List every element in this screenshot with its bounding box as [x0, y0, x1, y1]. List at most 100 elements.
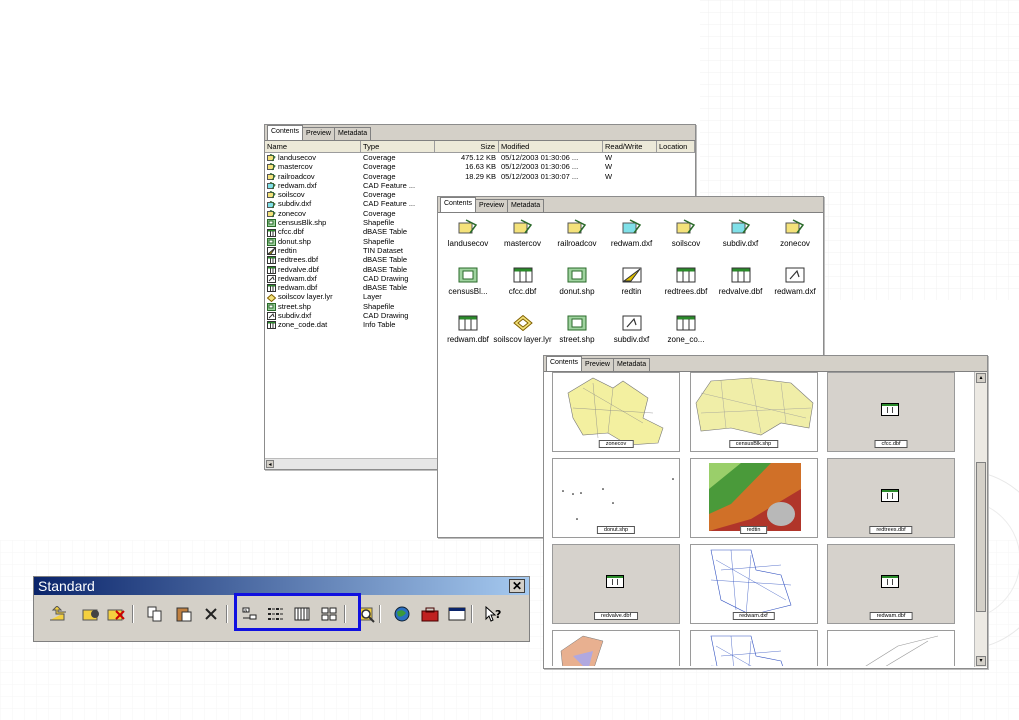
shapefile-icon	[267, 302, 276, 311]
thumbnail-item[interactable]: donut.shp	[552, 458, 680, 538]
icon-item[interactable]: censusBl...	[437, 267, 499, 296]
cell-name: zonecov	[265, 209, 361, 218]
table-row[interactable]: mastercov Coverage 16.63 KB 05/12/2003 01:3…	[265, 162, 695, 171]
copy-icon[interactable]	[144, 603, 166, 625]
cell-read-write: W	[605, 162, 613, 172]
icon-item[interactable]: cfcc.dbf	[492, 267, 554, 296]
thumbnail-item[interactable]: redtrees.dbf	[827, 458, 955, 538]
disconnect-folder-icon[interactable]	[105, 603, 127, 625]
cell-read-write: W	[605, 171, 613, 181]
view-buttons-highlight	[234, 593, 361, 631]
tab-contents[interactable]: Contents	[267, 125, 304, 140]
close-button[interactable]: ✕	[509, 579, 525, 593]
cell-name: censusBlk.shp	[265, 218, 361, 228]
column-type[interactable]: Type	[361, 141, 435, 152]
icon-item[interactable]: landusecov	[437, 219, 499, 248]
svg-text:?: ?	[495, 608, 501, 621]
shapefile-icon	[567, 315, 587, 331]
tab-preview[interactable]: Preview	[475, 199, 508, 212]
icon-item[interactable]: street.shp	[546, 315, 608, 344]
cad-drawing-icon	[267, 312, 276, 321]
icon-item[interactable]: donut.shp	[546, 267, 608, 296]
column-location[interactable]: Location	[657, 141, 695, 152]
column-name[interactable]: Name	[265, 141, 361, 152]
tab-metadata[interactable]: Metadata	[506, 199, 545, 212]
cell-read-write	[603, 181, 657, 190]
tab-preview[interactable]: Preview	[581, 358, 614, 371]
coverage-icon	[567, 219, 587, 235]
cell-type: dBASE Table	[363, 283, 408, 293]
cell-type: Coverage	[363, 208, 396, 218]
thumbnail-item[interactable]	[689, 630, 818, 666]
table-icon	[458, 315, 478, 331]
scroll-thumb[interactable]	[976, 462, 986, 612]
paste-icon[interactable]	[173, 603, 195, 625]
scroll-down-icon[interactable]: ▾	[976, 656, 986, 666]
tab-metadata[interactable]: Metadata	[333, 127, 372, 140]
cell-type: Coverage	[363, 162, 396, 172]
cad-feature-icon	[267, 181, 276, 190]
tab-contents[interactable]: Contents	[440, 197, 477, 212]
delete-icon[interactable]	[200, 603, 222, 625]
table-icon	[881, 575, 899, 588]
thumbnail-item[interactable]: censusBlk.shp	[689, 372, 818, 452]
column-modified[interactable]: Modified	[499, 141, 603, 152]
icon-item[interactable]: mastercov	[492, 219, 554, 248]
cell-location	[657, 181, 695, 190]
vertical-scrollbar[interactable]: ▴ ▾	[974, 372, 987, 667]
thumbnail-item[interactable]: redwam.dxf	[689, 544, 818, 624]
cell-name: soilscov	[265, 190, 361, 199]
cell-type: Coverage	[363, 190, 396, 200]
icon-item[interactable]: redwam.dbf	[437, 315, 499, 344]
table-icon	[267, 256, 276, 265]
arctoolbox-icon[interactable]	[419, 603, 441, 625]
cad-drawing-icon	[267, 275, 276, 283]
table-row[interactable]: landusecov Coverage 475.12 KB 05/12/2003 01…	[265, 153, 695, 162]
cad-preview	[710, 635, 783, 666]
cell-name: soilscov layer.lyr	[265, 292, 361, 302]
thumbnail-item[interactable]: zonecov	[552, 372, 680, 452]
icon-item[interactable]: subdiv.dxf	[601, 315, 663, 344]
thumbnail-item[interactable]	[552, 630, 680, 666]
whats-this-icon[interactable]: ?	[482, 603, 504, 625]
column-read-write[interactable]: Read/Write	[603, 141, 657, 152]
icon-item[interactable]: redwam.dxf	[764, 267, 826, 296]
icon-item[interactable]: railroadcov	[546, 219, 608, 248]
command-line-icon[interactable]	[446, 603, 468, 625]
shapefile-icon	[567, 267, 587, 283]
launch-arcmap-icon[interactable]	[391, 603, 413, 625]
cell-name: donut.shp	[265, 237, 361, 246]
cell-modified	[499, 181, 603, 190]
thumbnail-item[interactable]: redtin	[689, 458, 818, 538]
column-header: Name Type Size Modified Read/Write Locat…	[265, 141, 695, 153]
tab-contents[interactable]: Contents	[546, 356, 583, 371]
column-size[interactable]: Size	[435, 141, 499, 152]
thumbnail-item[interactable]: cfcc.dbf	[827, 372, 955, 452]
cell-type: CAD Drawing	[363, 311, 409, 321]
icon-item[interactable]: subdiv.dxf	[710, 219, 772, 248]
icon-item[interactable]: redtrees.dbf	[655, 267, 717, 296]
cell-location	[657, 172, 695, 181]
tab-preview[interactable]: Preview	[302, 127, 335, 140]
table-row[interactable]: redwam.dxf CAD Feature ...	[265, 181, 695, 190]
thumbnail-item[interactable]: redvalve.dbf	[552, 544, 680, 624]
thumbnail-item[interactable]: redwam.dbf	[827, 544, 955, 624]
icon-item[interactable]: soilscov	[655, 219, 717, 248]
cell-name: zone_code.dat	[265, 320, 361, 330]
icon-item[interactable]: zonecov	[764, 219, 826, 248]
cad-feature-icon	[622, 219, 642, 235]
icon-item[interactable]: redwam.dxf	[601, 219, 663, 248]
scroll-left-icon[interactable]: ◂	[266, 460, 274, 468]
up-one-level-icon[interactable]	[46, 603, 68, 625]
icon-item[interactable]: soilscov layer.lyr	[492, 314, 554, 344]
tab-metadata[interactable]: Metadata	[612, 358, 651, 371]
connect-folder-icon[interactable]	[80, 603, 102, 625]
thumbnail-item[interactable]	[827, 630, 955, 666]
table-row[interactable]: railroadcov Coverage 18.29 KB 05/12/2003 01…	[265, 172, 695, 181]
cell-type: Coverage	[363, 171, 396, 181]
scroll-up-icon[interactable]: ▴	[976, 373, 986, 383]
icon-item[interactable]: redtin	[601, 267, 663, 296]
icon-item[interactable]: zone_co...	[655, 315, 717, 344]
icon-item[interactable]: redvalve.dbf	[710, 267, 772, 296]
cell-type: CAD Feature ...	[363, 199, 416, 209]
